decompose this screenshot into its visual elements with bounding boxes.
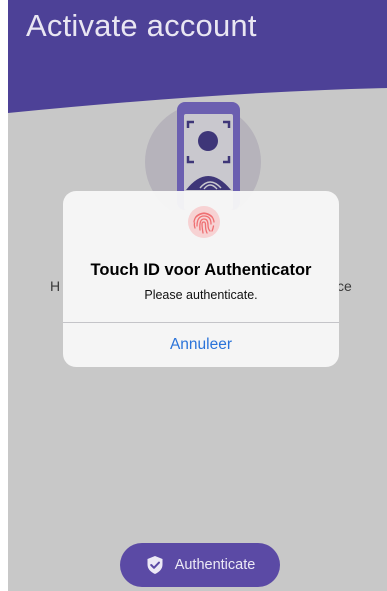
touch-id-dialog: Touch ID voor Authenticator Please authe…	[63, 191, 339, 367]
instruction-text-fragment-left: H	[50, 278, 61, 294]
cancel-button[interactable]: Annuleer	[63, 323, 339, 367]
authenticate-button-label: Authenticate	[174, 557, 256, 573]
instruction-text-fragment-right: ce	[337, 278, 352, 294]
screen: Activate account H ce Touch ID voor Auth…	[8, 0, 387, 591]
authenticate-button[interactable]: Authenticate	[120, 543, 280, 587]
fingerprint-icon	[188, 206, 220, 238]
dialog-message: Please authenticate.	[144, 288, 258, 302]
shield-check-icon	[147, 556, 163, 574]
dialog-title: Touch ID voor Authenticator	[90, 261, 312, 279]
page-title: Activate account	[26, 8, 257, 43]
